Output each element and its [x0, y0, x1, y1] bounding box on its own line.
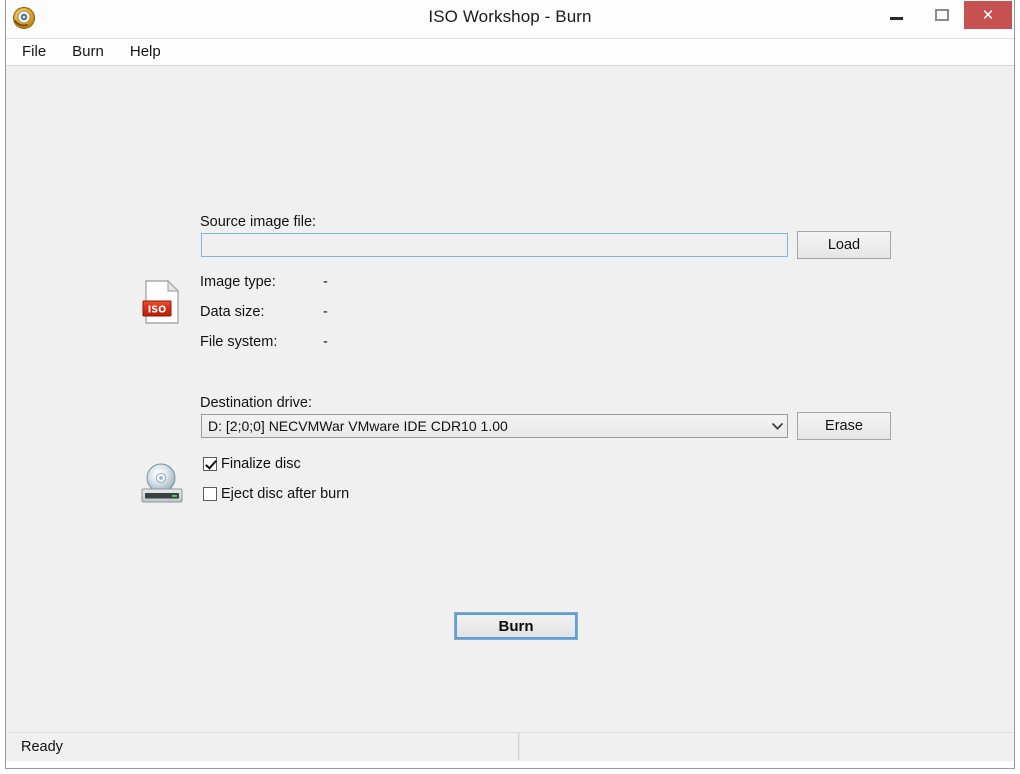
destination-drive-label: Destination drive: [200, 395, 313, 411]
file-system-value: - [323, 334, 328, 350]
iso-workshop-logo-icon [10, 4, 38, 32]
finalize-disc-checkbox-row[interactable]: Finalize disc [203, 456, 301, 472]
maximize-icon [934, 8, 949, 21]
data-size-value: - [323, 304, 328, 320]
finalize-disc-label: Finalize disc [221, 456, 301, 472]
maximize-button[interactable] [919, 0, 964, 29]
minimize-icon [890, 17, 903, 20]
close-icon: ✕ [981, 5, 995, 24]
eject-disc-checkbox-row[interactable]: Eject disc after burn [203, 486, 349, 502]
menu-bar: File Burn Help [6, 39, 1014, 66]
finalize-disc-checkbox[interactable] [203, 457, 217, 471]
eject-disc-label: Eject disc after burn [221, 486, 350, 502]
burn-button[interactable]: Burn [454, 612, 578, 640]
client-area: ISO Source image file: Load Image type: … [6, 66, 1014, 732]
close-button[interactable]: ✕ [964, 1, 1012, 29]
destination-drive-select[interactable]: D: [2;0;0] NECVMWar VMware IDE CDR10 1.0… [201, 414, 788, 438]
iso-file-icon: ISO [142, 279, 184, 325]
title-bar: ISO Workshop - Burn ✕ [6, 0, 1014, 39]
status-panel-primary: Ready [7, 733, 519, 760]
window-controls: ✕ [874, 0, 1014, 29]
svg-text:ISO: ISO [148, 305, 166, 316]
data-size-label: Data size: [200, 304, 265, 320]
application-window: ISO Workshop - Burn ✕ File Burn Help ISO… [5, 0, 1015, 769]
window-bottom-edge [6, 761, 1014, 768]
cd-drive-icon [139, 460, 185, 506]
status-bar: Ready [7, 732, 1013, 760]
eject-disc-checkbox[interactable] [203, 487, 217, 501]
menu-item-help[interactable]: Help [128, 41, 173, 63]
window-title: ISO Workshop - Burn [428, 7, 592, 26]
status-panel-secondary [519, 733, 1013, 760]
file-system-label: File system: [200, 334, 278, 350]
source-image-input[interactable] [201, 233, 788, 257]
destination-drive-value: D: [2;0;0] NECVMWar VMware IDE CDR10 1.0… [208, 418, 508, 434]
source-image-label: Source image file: [200, 214, 317, 230]
status-text: Ready [21, 738, 63, 755]
image-type-value: - [323, 274, 328, 290]
erase-button[interactable]: Erase [797, 412, 891, 440]
minimize-button[interactable] [874, 0, 919, 29]
image-type-label: Image type: [200, 274, 276, 290]
menu-item-file[interactable]: File [20, 41, 58, 63]
load-button[interactable]: Load [797, 231, 891, 259]
menu-item-burn[interactable]: Burn [70, 41, 116, 63]
chevron-down-icon [767, 422, 787, 430]
